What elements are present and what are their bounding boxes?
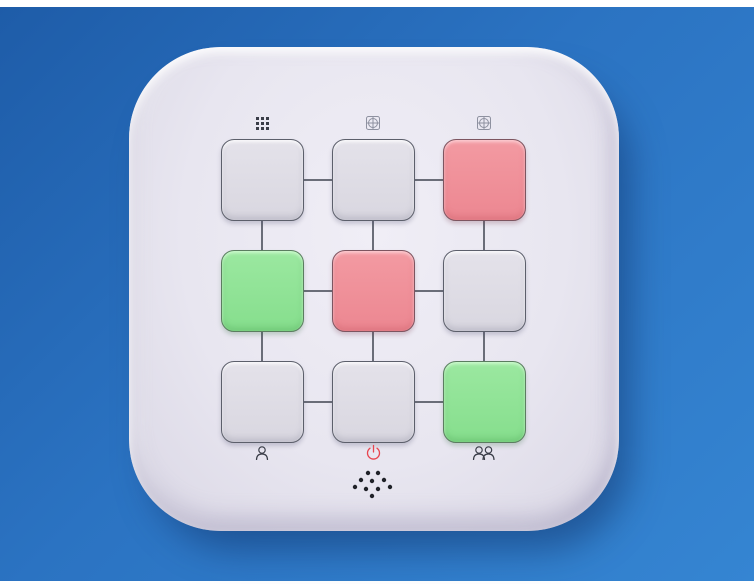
tile-r1-c3[interactable] — [443, 139, 526, 221]
tile-r1-c2[interactable] — [332, 139, 415, 221]
power-icon[interactable] — [365, 444, 382, 461]
connector — [261, 331, 263, 361]
connector — [304, 401, 334, 403]
target-icon[interactable] — [476, 115, 492, 131]
tile-r2-c1[interactable] — [221, 250, 304, 332]
tile-r1-c1[interactable] — [221, 139, 304, 221]
tile-r2-c3[interactable] — [443, 250, 526, 332]
tile-r2-c2[interactable] — [332, 250, 415, 332]
connector — [304, 179, 334, 181]
connector — [415, 401, 445, 403]
connector — [372, 220, 374, 250]
connector — [415, 290, 445, 292]
game-device — [129, 47, 619, 531]
speaker-grille-icon — [352, 470, 393, 499]
screenshot-border-top — [0, 0, 754, 7]
tile-r3-c2[interactable] — [332, 361, 415, 443]
connector — [304, 290, 334, 292]
grid-icon[interactable] — [255, 116, 270, 131]
connector — [261, 220, 263, 250]
tile-r3-c3[interactable] — [443, 361, 526, 443]
connector — [415, 179, 445, 181]
target-icon[interactable] — [365, 115, 381, 131]
connector — [483, 220, 485, 250]
user-icon[interactable] — [254, 445, 270, 461]
tile-r3-c1[interactable] — [221, 361, 304, 443]
connector — [372, 331, 374, 361]
users-icon[interactable] — [472, 445, 496, 461]
connector — [483, 331, 485, 361]
